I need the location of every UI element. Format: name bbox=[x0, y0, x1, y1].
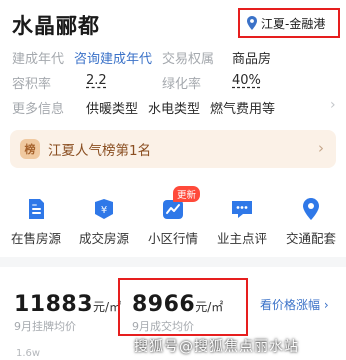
entry-transport[interactable]: 交通配套 bbox=[279, 196, 343, 247]
attr-value: 商品房 bbox=[232, 52, 272, 67]
chevron-right-icon: › bbox=[330, 97, 336, 113]
deal-price: 8966元/㎡ bbox=[132, 292, 223, 317]
entry-label: 在售房源 bbox=[10, 231, 61, 246]
listing-price: 11883元/㎡ bbox=[14, 292, 121, 317]
listing-price-value: 11883 bbox=[14, 292, 94, 317]
chevron-right-icon: › bbox=[318, 139, 324, 157]
entry-on-sale[interactable]: 在售房源 bbox=[4, 196, 68, 247]
price-unit: 元/㎡ bbox=[93, 300, 122, 314]
ranking-badge-icon: 榜 bbox=[20, 139, 40, 159]
house-listing-icon bbox=[23, 196, 49, 222]
ranking-banner[interactable]: 榜 江夏人气榜第1名 › bbox=[10, 130, 336, 168]
location-tag[interactable]: 江夏-金融港 bbox=[238, 8, 340, 38]
price-trend-link[interactable]: 看价格涨幅 › bbox=[260, 296, 329, 313]
comment-icon bbox=[229, 196, 255, 222]
plot-ratio-value[interactable]: 2.2 bbox=[86, 73, 107, 88]
location-pin-icon bbox=[247, 16, 257, 30]
watermark: 搜狐号@搜狐焦点丽水站 bbox=[134, 339, 299, 355]
deal-price-label: 9月成交均价 bbox=[132, 320, 194, 333]
more-info-item: 水电类型 bbox=[148, 102, 201, 117]
ranking-text: 江夏人气榜第1名 bbox=[48, 143, 152, 159]
deal-icon: ¥ bbox=[91, 196, 117, 222]
price-unit: 元/㎡ bbox=[195, 300, 224, 314]
svg-text:¥: ¥ bbox=[101, 205, 107, 216]
community-title: 水晶郦都 bbox=[12, 14, 100, 38]
update-badge: 更新 bbox=[173, 186, 201, 202]
build-year-link[interactable]: 咨询建成年代 bbox=[74, 48, 152, 67]
entry-label: 成交房源 bbox=[78, 231, 129, 246]
entry-label: 业主点评 bbox=[216, 231, 267, 246]
map-pin-icon bbox=[298, 196, 324, 222]
attr-label: 更多信息 bbox=[12, 102, 65, 117]
attr-label: 绿化率 bbox=[162, 77, 202, 92]
section-divider bbox=[0, 257, 346, 267]
location-text: 江夏-金融港 bbox=[261, 16, 326, 31]
entry-market[interactable]: 更新 小区行情 bbox=[141, 186, 205, 247]
attr-label: 建成年代 bbox=[12, 52, 65, 67]
more-info-item: 燃气费用等 bbox=[210, 102, 276, 117]
entry-label: 交通配套 bbox=[285, 231, 336, 246]
entry-reviews[interactable]: 业主点评 bbox=[210, 196, 274, 247]
listing-price-label: 9月挂牌均价 bbox=[14, 320, 76, 333]
deal-price-value: 8966 bbox=[132, 292, 196, 317]
attr-label: 交易权属 bbox=[162, 52, 215, 67]
chart-axis-tick: 1.6w bbox=[16, 348, 41, 359]
green-ratio-value[interactable]: 40% bbox=[232, 73, 261, 88]
entry-label: 小区行情 bbox=[147, 231, 198, 246]
entry-deals[interactable]: ¥ 成交房源 bbox=[72, 196, 136, 247]
attr-label: 容积率 bbox=[12, 77, 52, 92]
community-detail-page: 水晶郦都 江夏-金融港 建成年代 咨询建成年代 交易权属 商品房 容积率 2.2… bbox=[0, 0, 346, 360]
more-info-item: 供暖类型 bbox=[86, 102, 139, 117]
